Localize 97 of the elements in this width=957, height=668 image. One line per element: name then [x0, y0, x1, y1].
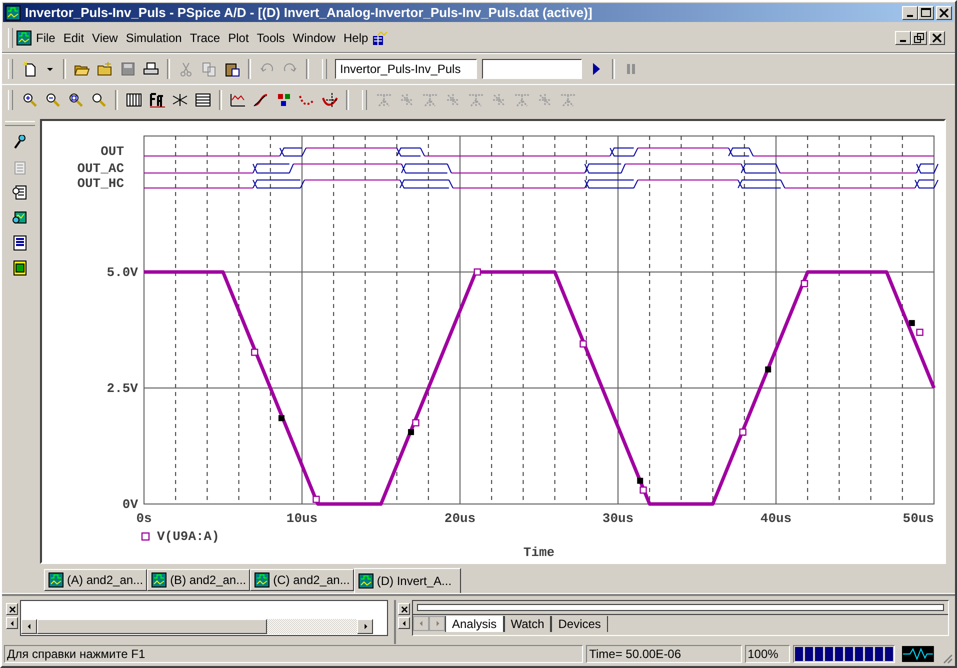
scroll-right-button[interactable] — [357, 619, 373, 634]
waveform-window-icon — [151, 572, 168, 588]
menu-item[interactable]: Trace — [186, 31, 224, 45]
menu-item[interactable]: Tools — [252, 31, 289, 45]
scroll-left-button[interactable] — [21, 619, 37, 634]
close-button[interactable] — [398, 603, 410, 615]
zoom-area-icon[interactable] — [68, 92, 84, 108]
zoom-out-icon[interactable] — [45, 92, 61, 108]
left-arrow-icon — [8, 620, 16, 626]
tick-label: 0V — [122, 497, 138, 512]
minimize-button[interactable] — [902, 6, 918, 20]
maximize-icon — [921, 8, 931, 18]
input-field[interactable] — [482, 59, 582, 79]
menu-item[interactable]: Simulation — [122, 31, 186, 45]
curve-cursor-icon[interactable] — [322, 92, 338, 108]
new-file-icon[interactable] — [22, 61, 38, 77]
netlist-icon[interactable] — [12, 235, 28, 251]
zoom-in-icon[interactable] — [22, 92, 38, 108]
menu-item[interactable]: Edit — [59, 31, 88, 45]
save-icon[interactable] — [120, 61, 136, 77]
document-tab[interactable]: (D) Invert_A... — [354, 568, 461, 593]
output-tab[interactable]: Devices — [551, 616, 608, 632]
tick-label: 30us — [602, 511, 634, 526]
scroll-thumb[interactable] — [37, 619, 267, 634]
tick-label: 5.0V — [106, 265, 138, 280]
close-icon — [932, 33, 942, 43]
crossing-arrows-icon[interactable] — [172, 92, 188, 108]
axis-title: Time — [523, 545, 555, 560]
tick-label: 20us — [444, 511, 476, 526]
paste-icon[interactable] — [224, 61, 240, 77]
simulation-time: Time= 50.00E-06 — [586, 645, 742, 663]
collapse-button[interactable] — [6, 617, 18, 629]
close-icon — [400, 606, 408, 612]
waveform-icon[interactable] — [230, 92, 246, 108]
status-text: Для справки нажмите F1 — [4, 645, 584, 663]
simulation-icon[interactable] — [12, 210, 28, 226]
waveform-icon — [902, 646, 934, 662]
tick-label: 40us — [760, 511, 792, 526]
signal-label: OUT_AC — [77, 161, 124, 176]
function-icon[interactable] — [253, 92, 269, 108]
right-arrow-icon — [362, 623, 368, 630]
output-tab[interactable]: Analysis — [445, 616, 504, 632]
maximize-button[interactable] — [918, 6, 934, 20]
waveform-window-icon — [254, 572, 270, 588]
window-title: Invertor_Puls-Inv_Puls - PSpice A/D - [(D) Invert_Analog-Invertor_Puls-Inv_Puls.dat (active)] — [25, 5, 592, 20]
menu-item[interactable]: Window — [288, 31, 340, 45]
menu-item[interactable]: Help — [339, 31, 372, 45]
menu-item[interactable]: Plot — [224, 31, 253, 45]
horizontal-scrollbar[interactable] — [21, 619, 373, 634]
close-icon — [939, 8, 949, 18]
left-arrow-icon — [400, 620, 408, 626]
restore-icon — [914, 33, 924, 43]
close-button[interactable] — [936, 6, 952, 20]
legend-marker-icon — [141, 532, 150, 541]
layout-icon[interactable] — [372, 30, 388, 46]
close-button[interactable] — [929, 31, 945, 45]
zoom-fit-icon[interactable] — [91, 92, 107, 108]
minimize-icon — [907, 14, 913, 16]
signal-label: OUT — [100, 144, 124, 159]
left-arrow-icon — [26, 623, 32, 630]
left-arrow-icon — [418, 620, 424, 627]
minimize-button[interactable] — [895, 31, 911, 45]
probe-icon[interactable] — [12, 135, 28, 151]
color-dots-icon[interactable] — [276, 92, 292, 108]
document-icon[interactable] — [16, 30, 32, 46]
menu-item[interactable]: View — [88, 31, 122, 45]
tick-label: 50us — [902, 511, 934, 526]
document-tab[interactable]: (A) and2_an... — [44, 569, 148, 591]
progress-percent: 100% — [744, 645, 790, 663]
document-tab[interactable]: (C) and2_an... — [250, 569, 354, 591]
resize-grip-icon[interactable] — [941, 652, 953, 664]
waveform-window-icon — [358, 573, 374, 589]
document-tab[interactable]: (B) and2_an... — [147, 569, 250, 591]
restore-button[interactable] — [911, 31, 927, 45]
app-icon — [5, 4, 21, 20]
legend-label: V(U9A:A) — [157, 529, 220, 544]
tick-label: 10us — [286, 511, 318, 526]
columns-icon[interactable] — [126, 92, 142, 108]
waveform-window-icon — [48, 572, 64, 588]
document-view-icon[interactable] — [12, 185, 28, 201]
slider-track[interactable] — [417, 604, 944, 611]
signal-label: OUT_HC — [77, 176, 124, 191]
close-button[interactable] — [6, 603, 18, 615]
print-icon[interactable] — [143, 61, 159, 77]
output-tab[interactable]: Watch — [504, 616, 552, 632]
tick-label: 2.5V — [106, 381, 138, 396]
rows-icon[interactable] — [195, 92, 211, 108]
folder-icon[interactable] — [97, 61, 113, 77]
right-arrow-icon — [434, 620, 440, 627]
tick-label: 0s — [136, 511, 152, 526]
spectrum-icon[interactable] — [149, 92, 165, 108]
minimize-icon — [900, 40, 906, 42]
schematic-icon[interactable] — [12, 260, 28, 276]
close-icon — [8, 606, 16, 612]
menu-item[interactable]: File — [32, 31, 60, 45]
collapse-button[interactable] — [398, 617, 410, 629]
profile-field[interactable]: Invertor_Puls-Inv_Puls — [335, 59, 477, 79]
